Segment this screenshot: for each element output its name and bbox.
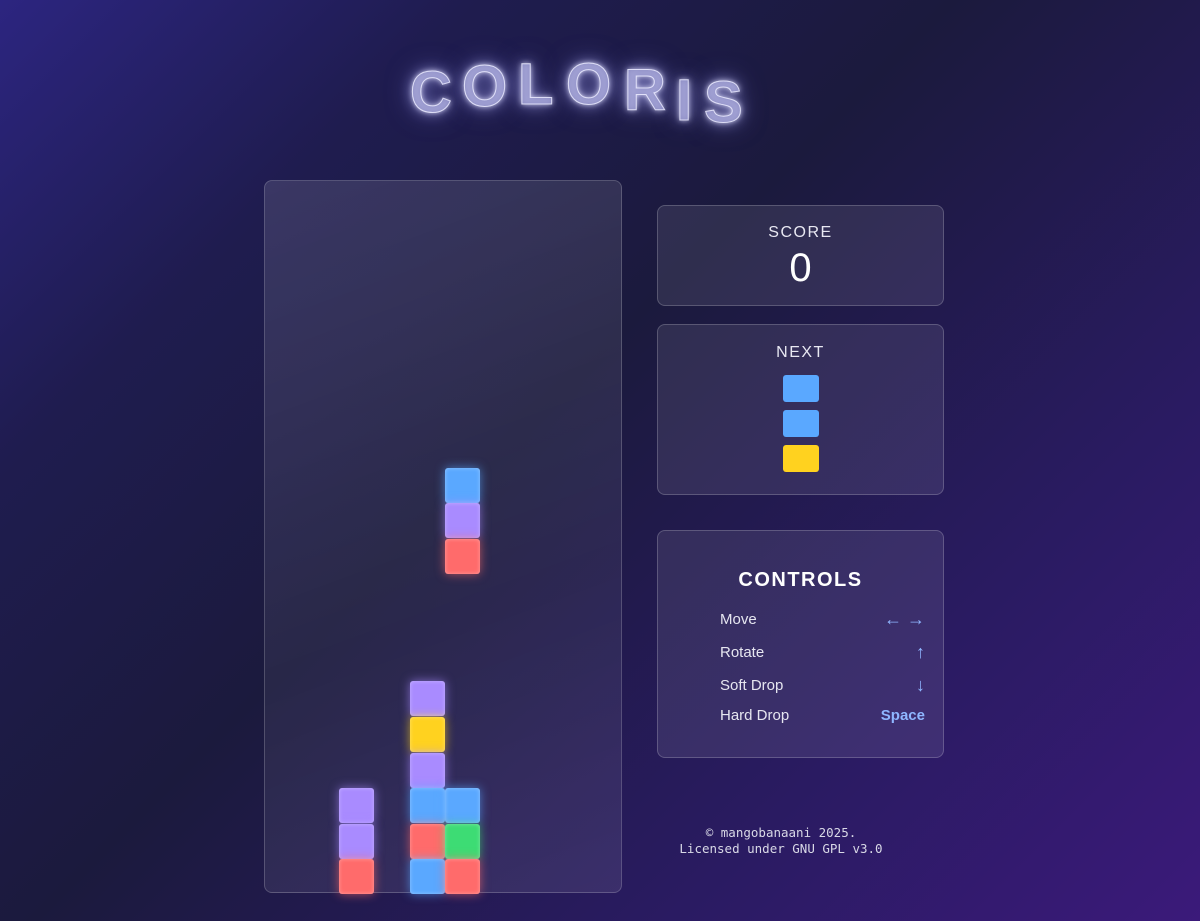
score-label: SCORE	[768, 224, 833, 241]
locked-block-red	[445, 859, 481, 895]
score-panel: SCORE 0	[657, 205, 944, 306]
next-block-blue	[783, 375, 819, 402]
next-piece-panel: NEXT	[657, 324, 944, 495]
footer: © mangobanaani 2025. Licensed under GNU …	[640, 825, 922, 857]
title-letter-i: I	[675, 68, 693, 133]
next-block-blue	[783, 410, 819, 437]
title-letter-s: S	[704, 70, 744, 135]
locked-block-purple	[409, 752, 445, 788]
score-value: 0	[789, 246, 812, 290]
control-name: Hard Drop	[720, 707, 790, 724]
next-label: NEXT	[776, 344, 825, 361]
locked-block-blue	[409, 788, 445, 824]
title-letter-o1: O	[461, 54, 508, 119]
arrow-down-icon: ↓	[916, 675, 925, 695]
falling-block-blue	[445, 467, 481, 503]
control-row-move: Move ← →	[720, 609, 925, 633]
control-row-soft-drop: Soft Drop ↓	[720, 675, 925, 699]
control-name: Soft Drop	[720, 677, 784, 694]
locked-block-purple	[338, 823, 374, 859]
locked-block-purple	[338, 788, 374, 824]
title-letter-c: C	[410, 60, 453, 125]
license-text: Licensed under GNU GPL v3.0	[679, 841, 883, 856]
control-row-hard-drop: Hard Drop Space	[720, 707, 925, 729]
title-letter-o2: O	[565, 52, 612, 117]
arrow-up-icon: ↑	[916, 642, 925, 662]
locked-block-red	[409, 823, 445, 859]
control-row-rotate: Rotate ↑	[720, 642, 925, 666]
copyright-text: © mangobanaani 2025.	[705, 825, 857, 840]
locked-block-green	[445, 823, 481, 859]
arrow-left-right-icon: ← →	[883, 609, 925, 629]
locked-block-blue	[445, 788, 481, 824]
game-title: C O L O R I S	[410, 52, 770, 136]
controls-title: CONTROLS	[738, 569, 863, 591]
control-name: Move	[720, 611, 757, 628]
controls-panel: CONTROLS Move ← → Rotate ↑ Soft Drop ↓ H…	[657, 530, 944, 758]
locked-block-yellow	[409, 717, 445, 752]
title-letter-r: R	[624, 58, 667, 123]
next-block-yellow	[783, 445, 819, 472]
locked-block-blue	[409, 859, 445, 895]
space-key-label: Space	[880, 707, 925, 724]
locked-block-red	[338, 859, 374, 895]
game-board[interactable]	[264, 180, 622, 895]
title-letter-l: L	[517, 52, 554, 117]
falling-block-red	[445, 539, 481, 574]
locked-block-purple	[409, 681, 445, 717]
falling-block-purple	[445, 503, 481, 539]
control-name: Rotate	[720, 644, 765, 661]
